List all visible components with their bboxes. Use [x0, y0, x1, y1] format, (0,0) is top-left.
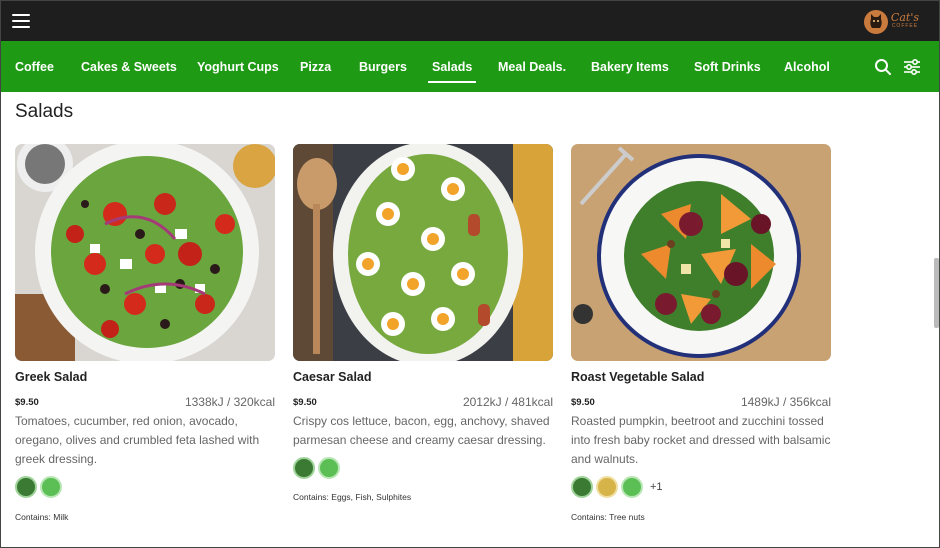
nav-item-meal-deals[interactable]: Meal Deals.	[498, 60, 566, 74]
product-price: $9.50	[293, 397, 317, 408]
product-card-caesar-salad[interactable]: Caesar Salad $9.50 2012kJ / 481kcal Cris…	[293, 144, 553, 502]
logo-subtitle: COFFEE	[891, 23, 919, 29]
hamburger-icon[interactable]	[12, 14, 30, 28]
product-name: Roast Vegetable Salad	[571, 370, 705, 384]
product-description: Crispy cos lettuce, bacon, egg, anchovy,…	[293, 414, 550, 447]
roast-vegetable-salad-image[interactable]	[571, 144, 831, 361]
nav-item-pizza[interactable]: Pizza	[300, 60, 331, 74]
allergen-contains: Contains: Tree nuts	[571, 512, 645, 522]
vegetarian-badge-icon[interactable]	[293, 457, 315, 479]
product-name: Greek Salad	[15, 370, 88, 384]
logo-name: Cat's	[890, 11, 919, 24]
vegetarian-badge-icon[interactable]	[571, 476, 593, 498]
vegan-badge-icon[interactable]	[596, 476, 618, 498]
nav-item-cakes-sweets[interactable]: Cakes & Sweets	[81, 60, 177, 74]
gluten-free-badge-icon[interactable]	[318, 457, 340, 479]
page-title: Salads	[15, 101, 74, 122]
nav-item-alcohol[interactable]: Alcohol	[784, 60, 830, 74]
top-bar: Cat's COFFEE	[1, 1, 939, 41]
more-badges-link[interactable]: +1	[650, 481, 663, 493]
product-description: Roasted pumpkin, beetroot and zucchini t…	[571, 414, 831, 466]
greek-salad-image[interactable]	[15, 144, 275, 361]
nav-item-burgers[interactable]: Burgers	[359, 60, 407, 74]
nav-item-yoghurt-cups[interactable]: Yoghurt Cups	[197, 60, 279, 74]
dietary-badges: +1	[571, 476, 663, 498]
product-name: Caesar Salad	[293, 370, 372, 384]
filter-sliders-icon[interactable]	[903, 58, 921, 81]
gluten-free-badge-icon[interactable]	[621, 476, 643, 498]
dietary-badges	[293, 457, 340, 479]
product-energy: 1489kJ / 356kcal	[740, 395, 831, 409]
nav-item-soft-drinks[interactable]: Soft Drinks	[694, 60, 761, 74]
gluten-free-badge-icon[interactable]	[40, 476, 62, 498]
product-description: Tomatoes, cucumber, red onion, avocado, …	[15, 414, 260, 466]
dietary-badges	[15, 476, 62, 498]
nav-item-salads[interactable]: Salads	[427, 60, 477, 83]
nav-item-coffee[interactable]: Coffee	[15, 60, 54, 74]
scrollbar-thumb[interactable]	[934, 258, 939, 328]
allergen-contains: Contains: Eggs, Fish, Sulphites	[293, 492, 412, 502]
search-icon[interactable]	[874, 58, 892, 81]
product-card-roast-vegetable-salad[interactable]: Roast Vegetable Salad $9.50 1489kJ / 356…	[571, 144, 831, 522]
brand-logo[interactable]: Cat's COFFEE	[863, 9, 919, 35]
product-energy: 1338kJ / 320kcal	[184, 395, 275, 409]
caesar-salad-image[interactable]	[293, 144, 553, 361]
vegetarian-badge-icon[interactable]	[15, 476, 37, 498]
product-price: $9.50	[571, 397, 595, 408]
cat-logo-icon	[863, 10, 888, 34]
product-energy: 2012kJ / 481kcal	[462, 395, 553, 409]
nav-item-bakery-items[interactable]: Bakery Items	[591, 60, 669, 74]
product-price: $9.50	[15, 397, 39, 408]
allergen-contains: Contains: Milk	[15, 512, 69, 522]
product-card-greek-salad[interactable]: Greek Salad $9.50 1338kJ / 320kcal Tomat…	[15, 144, 275, 522]
category-nav: Coffee Cakes & Sweets Yoghurt Cups Pizza…	[1, 41, 939, 92]
